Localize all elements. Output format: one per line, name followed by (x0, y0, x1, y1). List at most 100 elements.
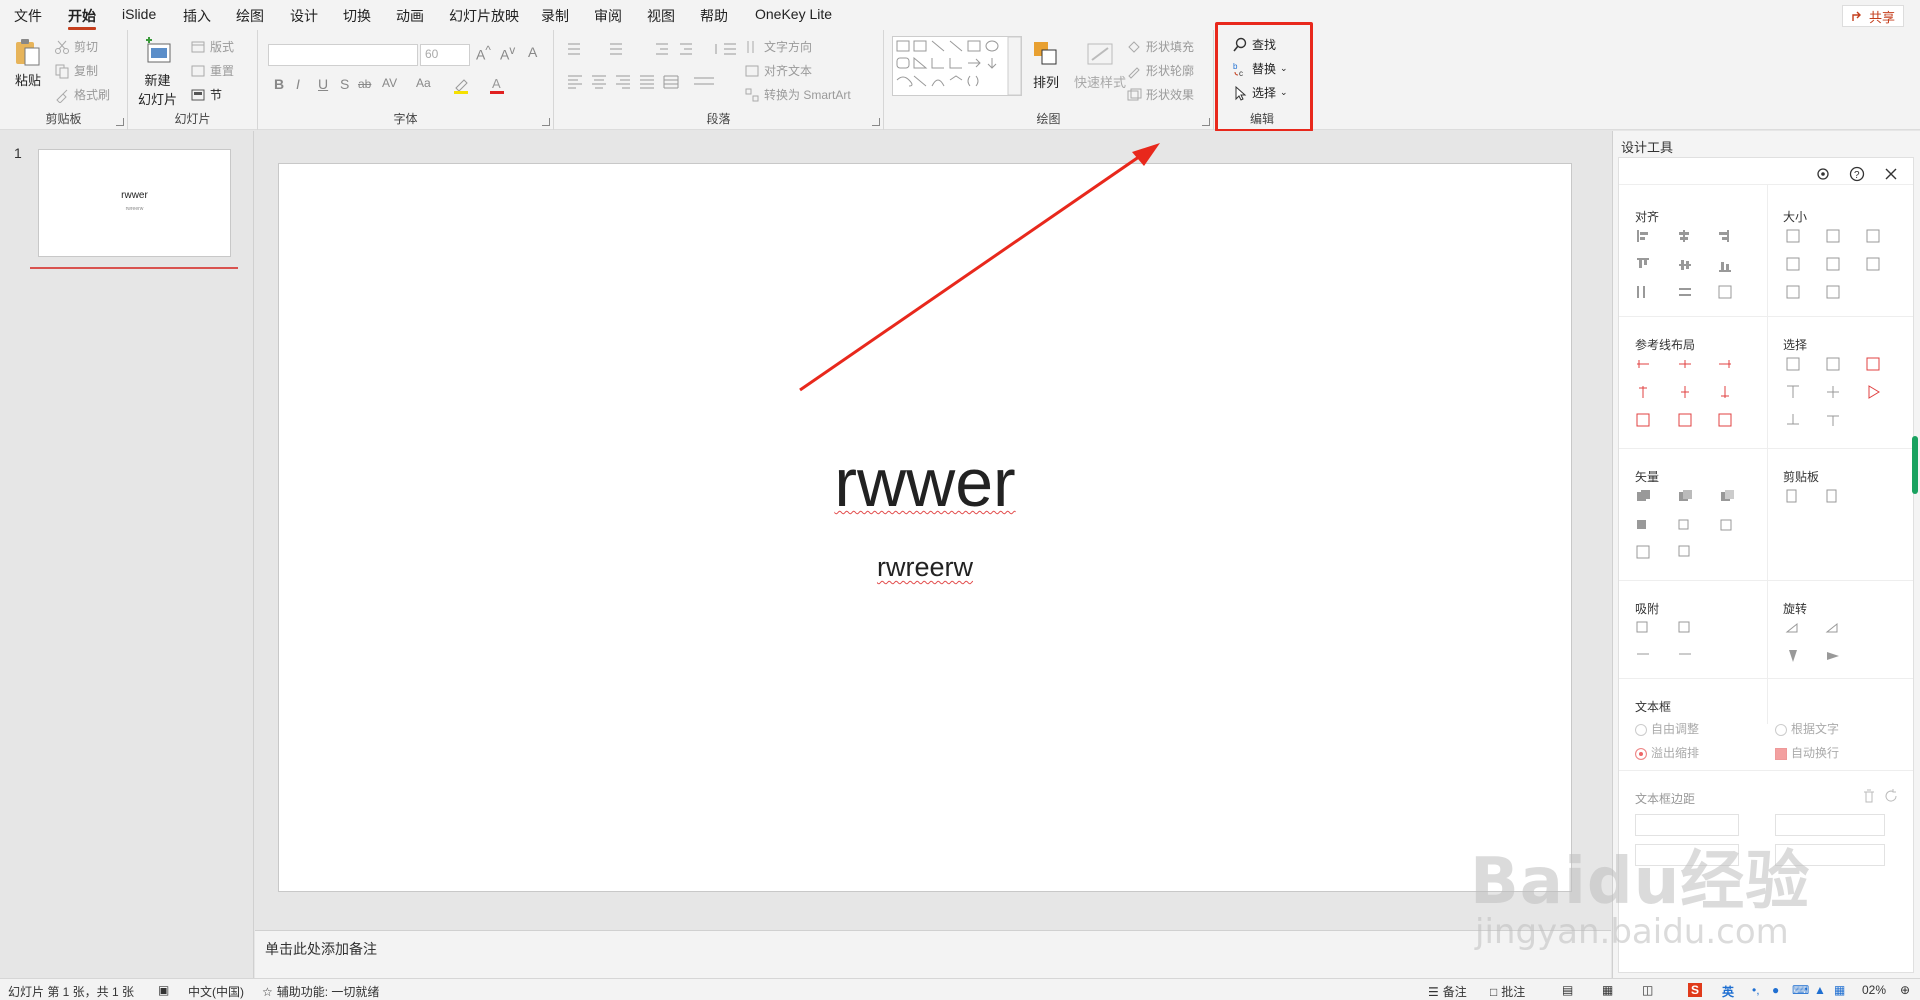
highlight-color-icon[interactable] (452, 76, 472, 94)
tab-insert[interactable]: 插入 (183, 6, 211, 26)
paste-button[interactable]: 粘贴 (12, 36, 44, 89)
select-tools-icons[interactable] (1785, 356, 1895, 428)
alignment-buttons-icon[interactable] (564, 72, 744, 90)
microphone-icon[interactable]: ● (1772, 983, 1779, 997)
panel-scrollbar[interactable] (1912, 436, 1918, 494)
arrange-button[interactable]: 排列 (1030, 38, 1062, 91)
shadow-button[interactable]: S (340, 76, 349, 92)
find-button[interactable]: 查找 (1232, 36, 1276, 53)
italic-button[interactable]: I (296, 76, 300, 92)
copy-button[interactable]: 复制 (54, 62, 98, 79)
share-button[interactable]: 共享 (1841, 5, 1904, 27)
change-case-button[interactable]: Aa (416, 76, 431, 90)
tab-design[interactable]: 设计 (290, 6, 318, 26)
ime-logo-icon[interactable]: S (1688, 983, 1703, 997)
guides-tools-icons[interactable] (1635, 356, 1755, 428)
paragraph-group-label: 段落 (706, 112, 731, 126)
trash-icon[interactable] (1861, 788, 1877, 804)
layout-button[interactable]: 版式 (190, 38, 234, 55)
char-spacing-button[interactable]: AV (382, 76, 397, 90)
reading-view-icon[interactable]: ◫ (1642, 983, 1653, 997)
smartart-label: 转换为 SmartArt (764, 88, 851, 102)
cut-button[interactable]: 剪切 (54, 38, 98, 55)
keyboard-icon[interactable]: ⌨ (1792, 983, 1809, 997)
shape-outline-button[interactable]: 形状轮廓 (1126, 62, 1194, 79)
refresh-icon[interactable] (1883, 788, 1899, 804)
shape-effects-button[interactable]: 形状效果 (1126, 86, 1194, 103)
slide-thumbnail[interactable]: rwwer rwreerw (38, 149, 231, 257)
ime-mode[interactable]: 英 (1722, 983, 1734, 1000)
size-tools-icons[interactable] (1785, 228, 1895, 300)
help-icon[interactable]: ? (1849, 166, 1865, 182)
tab-transitions[interactable]: 切换 (343, 6, 371, 26)
tab-help[interactable]: 帮助 (700, 6, 728, 26)
list-buttons-icon[interactable] (564, 40, 744, 58)
bold-button[interactable]: B (274, 76, 284, 92)
smartart-button[interactable]: 转换为 SmartArt (744, 86, 851, 103)
tab-review[interactable]: 审阅 (594, 6, 622, 26)
align-tools-icons[interactable] (1635, 228, 1755, 300)
reset-button[interactable]: 重置 (190, 62, 234, 79)
autofit-text-option[interactable]: 根据文字 (1775, 720, 1839, 737)
text-direction-button[interactable]: 文字方向 (744, 38, 812, 55)
design-tools-title: 设计工具 (1621, 140, 1674, 155)
vector-tools-icons[interactable] (1635, 488, 1755, 560)
tab-onekey[interactable]: OneKey Lite (755, 6, 832, 22)
toolbox-icon[interactable]: ▦ (1834, 983, 1845, 997)
tab-animations[interactable]: 动画 (396, 6, 424, 26)
settings-icon[interactable] (1815, 166, 1831, 182)
tab-file[interactable]: 文件 (14, 6, 42, 26)
tab-view[interactable]: 视图 (647, 6, 675, 26)
tab-slideshow[interactable]: 幻灯片放映 (449, 6, 519, 26)
punctuation-icon[interactable]: •, (1752, 983, 1760, 997)
comments-toggle[interactable]: □ 批注 (1490, 983, 1525, 1000)
zoom-level[interactable]: 02% (1862, 983, 1886, 997)
slide-subtitle[interactable]: rwreerw (279, 552, 1571, 583)
tab-record[interactable]: 录制 (541, 6, 569, 26)
replace-button[interactable]: bc 替换 ⌄ (1232, 60, 1288, 77)
font-size-combo[interactable]: 60 (420, 44, 470, 66)
autofit-free-option[interactable]: 自由调整 (1635, 720, 1699, 737)
shrink-font-icon[interactable]: Av (500, 44, 515, 63)
font-color-icon[interactable]: A (488, 76, 508, 94)
fit-slide-icon[interactable]: ⊕ (1900, 983, 1910, 997)
accessibility-status[interactable]: ☆ 辅助功能: 一切就绪 (262, 983, 379, 1000)
notes-toggle[interactable]: ☰ 备注 (1428, 983, 1467, 1000)
clipboard-launcher[interactable] (116, 118, 124, 126)
normal-view-icon[interactable]: ▤ (1562, 983, 1573, 997)
drawing-launcher[interactable] (1202, 118, 1210, 126)
format-painter-button[interactable]: 格式刷 (54, 86, 110, 103)
tab-home[interactable]: 开始 (68, 6, 96, 30)
language-status[interactable]: 中文(中国) (188, 983, 244, 1000)
section-button[interactable]: 节 (190, 86, 222, 103)
rotate-tools-icons[interactable] (1785, 620, 1865, 666)
skin-icon[interactable]: ▲ (1814, 983, 1826, 997)
strikethrough-button[interactable]: ab (358, 77, 371, 91)
overflow-shrink-option[interactable]: 溢出缩排 (1635, 744, 1699, 761)
tab-draw[interactable]: 绘图 (236, 6, 264, 26)
slide-sorter-icon[interactable]: ▦ (1602, 983, 1613, 997)
grow-font-icon[interactable]: A^ (476, 44, 491, 63)
quick-styles-button[interactable]: 快速样式 (1074, 38, 1126, 91)
notes-pane[interactable]: 单击此处添加备注 (255, 930, 1611, 978)
clear-format-icon[interactable]: A (528, 44, 537, 60)
align-text-button[interactable]: 对齐文本 (744, 62, 812, 79)
font-name-combo[interactable] (268, 44, 418, 66)
auto-wrap-label: 自动换行 (1791, 746, 1840, 760)
spellcheck-icon[interactable]: ▣ (158, 983, 169, 997)
auto-wrap-option[interactable]: 自动换行 (1775, 744, 1839, 761)
clipboard-group-label: 剪贴板 (45, 112, 82, 126)
paragraph-launcher[interactable] (872, 118, 880, 126)
slide-title[interactable]: rwwer (279, 444, 1571, 522)
panel-clipboard-icons[interactable] (1785, 488, 1845, 508)
snap-tools-icons[interactable] (1635, 620, 1715, 666)
slide-canvas[interactable]: rwwer rwreerw (278, 163, 1572, 892)
tab-islide[interactable]: iSlide (122, 6, 156, 22)
new-slide-button[interactable]: 新建 幻灯片 (138, 36, 177, 108)
shape-fill-button[interactable]: 形状填充 (1126, 38, 1194, 55)
underline-button[interactable]: U (318, 76, 328, 92)
shapes-gallery[interactable] (892, 36, 1022, 96)
font-launcher[interactable] (542, 118, 550, 126)
close-icon[interactable] (1883, 166, 1899, 182)
select-button[interactable]: 选择 ⌄ (1232, 84, 1288, 101)
